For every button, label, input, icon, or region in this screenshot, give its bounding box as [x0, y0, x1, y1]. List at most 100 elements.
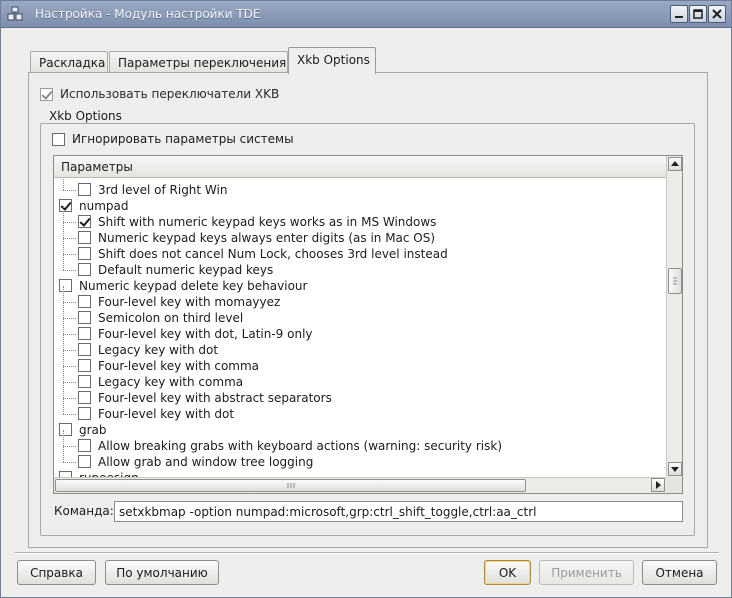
option-label: Numeric keypad delete key behaviour — [79, 279, 308, 293]
option-checkbox[interactable] — [78, 247, 91, 260]
close-icon — [712, 9, 722, 19]
option-checkbox[interactable] — [59, 279, 72, 292]
option-row[interactable]: Shift with numeric keypad keys works as … — [54, 206, 666, 230]
tree-branch-line — [63, 302, 76, 303]
vertical-scroll-thumb[interactable] — [668, 268, 682, 294]
tree-trunk-line — [63, 350, 64, 366]
command-field[interactable]: setxkbmap -option numpad:microsoft,grp:c… — [114, 501, 683, 522]
tree-trunk-line — [63, 254, 64, 270]
option-checkbox[interactable] — [78, 231, 91, 244]
tree-trunk-line — [63, 366, 64, 382]
option-group-row[interactable]: grab — [54, 422, 666, 438]
horizontal-scroll-thumb[interactable] — [55, 479, 526, 492]
help-button[interactable]: Справка — [17, 560, 96, 585]
option-checkbox[interactable] — [78, 407, 91, 420]
option-row[interactable]: Numeric keypad keys always enter digits … — [54, 222, 666, 246]
option-checkbox[interactable] — [78, 455, 91, 468]
tree-branch-line — [63, 190, 76, 191]
horizontal-scrollbar[interactable] — [54, 477, 666, 493]
enable-switches-checkbox[interactable] — [40, 88, 53, 101]
tree-trunk-line — [63, 302, 64, 318]
option-row[interactable]: Legacy key with dot — [54, 334, 666, 358]
tab-layout[interactable]: Раскладка — [30, 51, 108, 73]
scroll-right-button[interactable] — [651, 478, 665, 492]
tree-trunk-line — [63, 382, 64, 398]
option-checkbox[interactable] — [78, 439, 91, 452]
option-label: Default numeric keypad keys — [98, 263, 274, 277]
option-row[interactable]: Shift does not cancel Num Lock, chooses … — [54, 238, 666, 262]
option-label: Shift does not cancel Num Lock, chooses … — [98, 247, 448, 261]
minimize-button[interactable] — [670, 5, 688, 23]
close-window-button[interactable] — [708, 5, 726, 23]
option-checkbox[interactable] — [78, 295, 91, 308]
minimize-icon — [675, 16, 683, 18]
option-label: Allow breaking grabs with keyboard actio… — [98, 439, 502, 453]
column-header[interactable]: Параметры — [54, 156, 666, 178]
title-bar[interactable]: Настройка - Модуль настройки TDE — [1, 1, 731, 28]
option-label: Four-level key with momayyez — [98, 295, 281, 309]
option-checkbox[interactable] — [78, 359, 91, 372]
option-group-row[interactable]: rupeesign — [54, 470, 666, 477]
option-checkbox[interactable] — [59, 199, 72, 212]
option-group-row[interactable]: numpad — [54, 198, 666, 214]
option-label: Allow grab and window tree logging — [98, 455, 314, 469]
option-checkbox[interactable] — [78, 375, 91, 388]
option-checkbox[interactable] — [59, 423, 72, 436]
tab-switching-options[interactable]: Параметры переключения — [109, 51, 288, 73]
option-checkbox[interactable] — [78, 183, 91, 196]
tree-branch-line — [63, 350, 76, 351]
scroll-down-button[interactable] — [668, 462, 682, 476]
tree-branch-line — [63, 366, 76, 367]
option-row[interactable]: Semicolon on third level — [54, 302, 666, 326]
option-checkbox[interactable] — [78, 391, 91, 404]
group-title: Xkb Options — [47, 109, 124, 123]
option-checkbox[interactable] — [78, 215, 91, 228]
ignore-system-label: Игнорировать параметры системы — [72, 132, 294, 146]
option-checkbox[interactable] — [78, 263, 91, 276]
apply-button[interactable]: Применить — [539, 560, 634, 585]
tree-branch-line — [63, 382, 76, 383]
tree-trunk-line — [63, 238, 64, 254]
option-row[interactable]: Four-level key with dot, Latin-9 only — [54, 318, 666, 342]
tree-branch-line — [63, 222, 76, 223]
ignore-system-checkbox[interactable] — [52, 133, 65, 146]
tree-branch-line — [63, 414, 76, 415]
ok-button[interactable]: OK — [484, 560, 531, 585]
maximize-icon — [693, 9, 703, 19]
tree-branch-line — [63, 446, 76, 447]
cancel-button[interactable]: Отмена — [642, 560, 717, 585]
option-row[interactable]: Four-level key with comma — [54, 350, 666, 374]
option-row[interactable]: Four-level key with momayyez — [54, 286, 666, 310]
option-row[interactable]: Four-level key with dot — [54, 398, 666, 422]
defaults-button[interactable]: По умолчанию — [105, 560, 219, 585]
option-row[interactable]: Four-level key with abstract separators — [54, 382, 666, 406]
option-checkbox[interactable] — [78, 311, 91, 324]
option-group-row[interactable]: Numeric keypad delete key behaviour — [54, 278, 666, 294]
option-label: Shift with numeric keypad keys works as … — [98, 215, 437, 229]
tree-branch-line — [63, 254, 76, 255]
grip-icon — [287, 483, 295, 488]
option-row[interactable]: Legacy key with comma — [54, 366, 666, 390]
option-label: Four-level key with dot — [98, 407, 235, 421]
option-row[interactable]: Default numeric keypad keys — [54, 254, 666, 278]
window-title: Настройка - Модуль настройки TDE — [35, 7, 261, 21]
scroll-corner — [666, 477, 682, 493]
scroll-up-button[interactable] — [668, 157, 682, 171]
options-tree[interactable]: Параметры 3rd level of Right Win numpad Sh… — [53, 155, 683, 494]
option-row[interactable]: Allow grab and window tree logging — [54, 446, 666, 470]
tree-trunk-line — [63, 318, 64, 334]
vertical-scrollbar[interactable] — [666, 156, 682, 477]
tree-branch-line — [63, 398, 76, 399]
tree-trunk-line — [63, 446, 64, 462]
option-label: 3rd level of Right Win — [98, 183, 228, 197]
tab-xkb-options[interactable]: Xkb Options — [288, 47, 376, 74]
option-row[interactable]: Allow breaking grabs with keyboard actio… — [54, 430, 666, 454]
option-row[interactable]: 3rd level of Right Win — [54, 178, 666, 198]
option-checkbox[interactable] — [78, 327, 91, 340]
option-label: Four-level key with comma — [98, 359, 260, 373]
option-label: Legacy key with comma — [98, 375, 244, 389]
option-checkbox[interactable] — [78, 343, 91, 356]
column-header-label: Параметры — [61, 160, 133, 174]
tree-trunk-line — [63, 430, 64, 446]
maximize-button[interactable] — [689, 5, 707, 23]
